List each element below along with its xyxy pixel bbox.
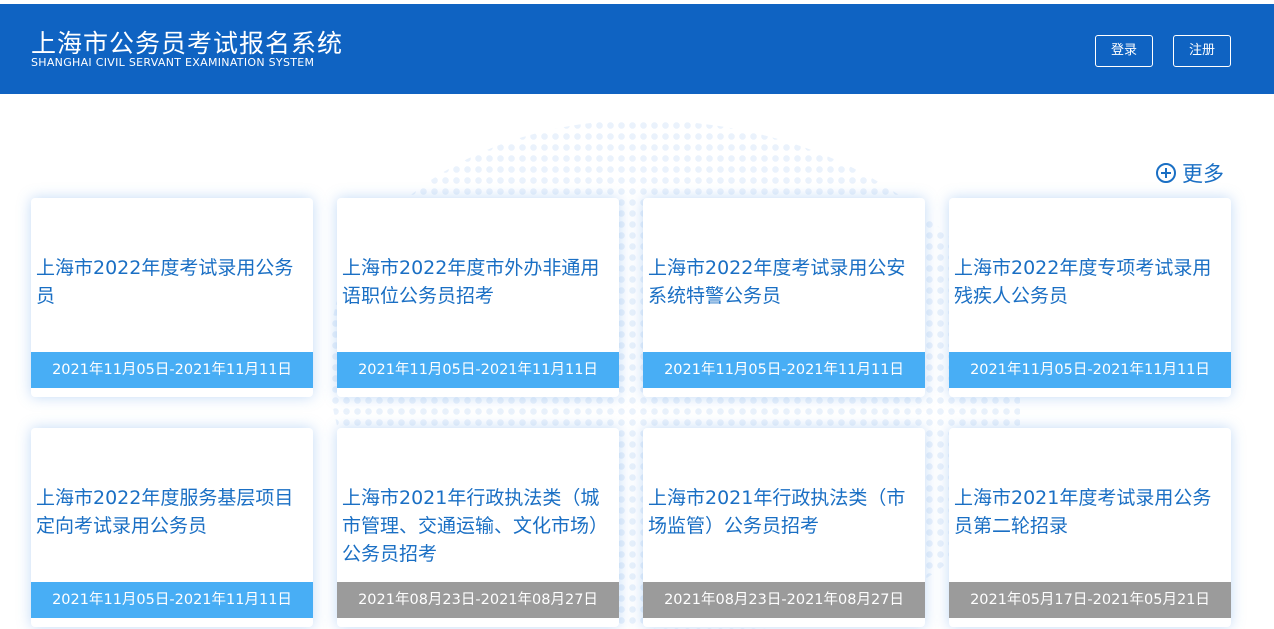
exam-card[interactable]: 上海市2022年度专项考试录用残疾人公务员 2021年11月05日-2021年1… — [949, 198, 1231, 397]
more-link[interactable]: 更多 — [1156, 158, 1224, 188]
register-button[interactable]: 注册 — [1173, 35, 1231, 67]
exam-card-title: 上海市2022年度专项考试录用残疾人公务员 — [954, 257, 1212, 307]
exam-card-title: 上海市2022年度考试录用公安系统特警公务员 — [648, 257, 906, 307]
exam-card-date: 2021年05月17日-2021年05月21日 — [949, 582, 1231, 618]
exam-card-date: 2021年11月05日-2021年11月11日 — [31, 352, 313, 388]
exam-card-date: 2021年11月05日-2021年11月11日 — [949, 352, 1231, 388]
exam-card-title: 上海市2022年度服务基层项目定向考试录用公务员 — [36, 487, 294, 537]
exam-card-title: 上海市2021年行政执法类（市场监管）公务员招考 — [648, 487, 906, 537]
exam-card-title: 上海市2021年度考试录用公务员第二轮招录 — [954, 487, 1212, 537]
site-header: 上海市公务员考试报名系统 SHANGHAI CIVIL SERVANT EXAM… — [0, 4, 1274, 94]
plus-circle-icon — [1156, 163, 1176, 183]
exam-card-date: 2021年08月23日-2021年08月27日 — [643, 582, 925, 618]
exam-card-title: 上海市2022年度考试录用公务员 — [36, 257, 294, 307]
exam-card[interactable]: 上海市2021年行政执法类（城市管理、交通运输、文化市场）公务员招考 2021年… — [337, 428, 619, 627]
site-title: 上海市公务员考试报名系统 — [31, 29, 344, 58]
exam-card-date: 2021年11月05日-2021年11月11日 — [31, 582, 313, 618]
more-label: 更多 — [1182, 162, 1224, 186]
exam-card-title: 上海市2022年度市外办非通用语职位公务员招考 — [342, 257, 600, 307]
exam-card[interactable]: 上海市2022年度服务基层项目定向考试录用公务员 2021年11月05日-202… — [31, 428, 313, 627]
exam-card[interactable]: 上海市2022年度市外办非通用语职位公务员招考 2021年11月05日-2021… — [337, 198, 619, 397]
exam-card-date: 2021年11月05日-2021年11月11日 — [337, 352, 619, 388]
exam-card-date: 2021年08月23日-2021年08月27日 — [337, 582, 619, 618]
exam-card-title: 上海市2021年行政执法类（城市管理、交通运输、文化市场）公务员招考 — [342, 487, 609, 565]
exam-card-date: 2021年11月05日-2021年11月11日 — [643, 352, 925, 388]
site-subtitle: SHANGHAI CIVIL SERVANT EXAMINATION SYSTE… — [31, 56, 315, 69]
exam-card[interactable]: 上海市2022年度考试录用公务员 2021年11月05日-2021年11月11日 — [31, 198, 313, 397]
exam-card[interactable]: 上海市2021年行政执法类（市场监管）公务员招考 2021年08月23日-202… — [643, 428, 925, 627]
exam-card[interactable]: 上海市2022年度考试录用公安系统特警公务员 2021年11月05日-2021年… — [643, 198, 925, 397]
login-button[interactable]: 登录 — [1095, 35, 1153, 67]
exam-card[interactable]: 上海市2021年度考试录用公务员第二轮招录 2021年05月17日-2021年0… — [949, 428, 1231, 627]
